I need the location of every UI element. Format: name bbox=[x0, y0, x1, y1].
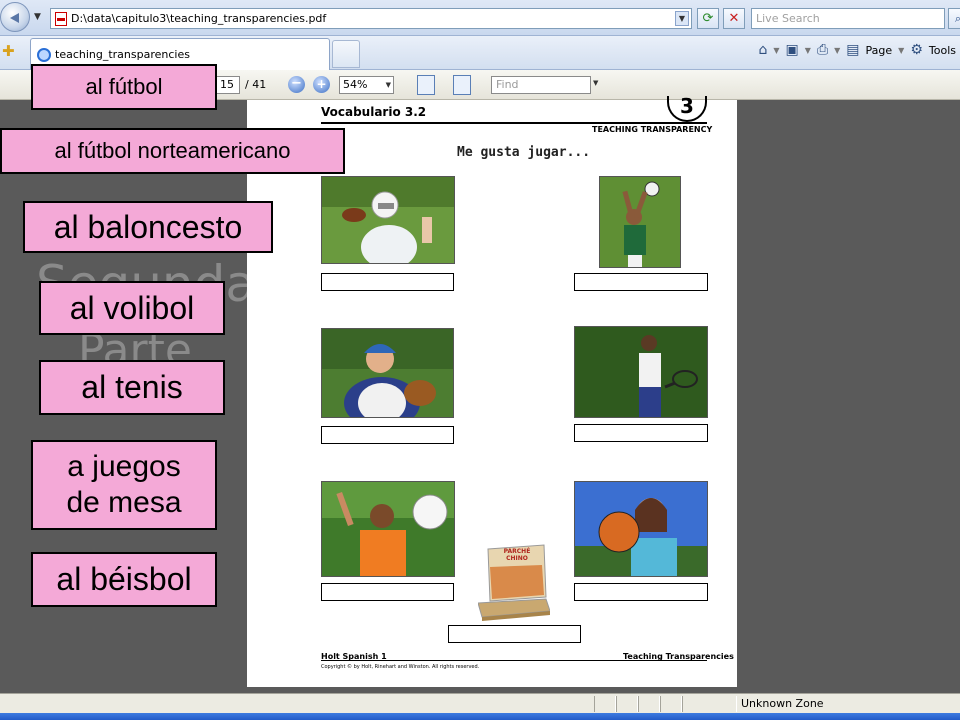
page-menu[interactable]: Page bbox=[866, 44, 893, 57]
print-icon[interactable]: ⎙ bbox=[817, 42, 828, 58]
page-icon: ▤ bbox=[846, 42, 860, 58]
security-zone: Unknown Zone bbox=[741, 697, 824, 710]
address-dropdown-icon[interactable]: ▼ bbox=[675, 11, 689, 26]
teaching-transparency-label: TEACHING TRANSPARENCY bbox=[592, 125, 713, 134]
chapter-badge: 3 bbox=[667, 96, 707, 122]
home-icon[interactable]: ⌂ bbox=[759, 42, 768, 58]
refresh-button[interactable]: ⟳ bbox=[697, 8, 719, 29]
search-input[interactable]: Live Search bbox=[751, 8, 945, 29]
answer-box-7[interactable] bbox=[448, 625, 581, 643]
board-game-title: PARCHÉ CHINO bbox=[503, 548, 531, 562]
status-cell-3 bbox=[638, 696, 660, 712]
status-cell-1 bbox=[594, 696, 616, 712]
feeds-dropdown-icon[interactable]: ▼ bbox=[805, 46, 811, 55]
photo-football-player bbox=[321, 176, 455, 264]
football-player-picture bbox=[322, 177, 454, 263]
tab-title: teaching_transparencies bbox=[55, 48, 190, 61]
page-dropdown-icon[interactable]: ▼ bbox=[898, 46, 904, 55]
print-dropdown-icon[interactable]: ▼ bbox=[834, 46, 840, 55]
gear-icon: ⚙ bbox=[910, 42, 923, 58]
zoom-select[interactable]: 54% ▼ bbox=[339, 76, 394, 94]
ie-page-icon bbox=[37, 47, 51, 62]
zoom-dropdown-icon[interactable]: ▼ bbox=[386, 77, 391, 93]
status-cell-2 bbox=[616, 696, 638, 712]
answer-box-2[interactable] bbox=[574, 273, 708, 291]
answer-box-5[interactable] bbox=[321, 583, 454, 601]
page-header: Vocabulario 3.2 bbox=[321, 105, 427, 119]
header-rule bbox=[321, 122, 707, 124]
tennis-player-picture bbox=[575, 327, 707, 417]
command-bar: ⌂ ▼ ▣ ▼ ⎙ ▼ ▤ Page ▼ ⚙ Tools bbox=[759, 42, 957, 58]
answer-box-4[interactable] bbox=[574, 424, 708, 442]
page-total: / 41 bbox=[245, 78, 267, 91]
label-beisbol[interactable]: al béisbol bbox=[31, 552, 217, 607]
photo-soccer-player bbox=[599, 176, 681, 268]
label-volibol[interactable]: al volibol bbox=[39, 281, 225, 335]
status-cell-4 bbox=[660, 696, 682, 712]
find-dropdown-icon[interactable]: ▼ bbox=[593, 79, 598, 87]
photo-baseball-player bbox=[321, 328, 454, 418]
basketball-player-picture bbox=[575, 482, 707, 576]
search-button[interactable]: ⌕ bbox=[948, 8, 960, 29]
new-tab-button[interactable] bbox=[332, 40, 360, 68]
soccer-player-picture bbox=[600, 177, 680, 267]
fit-page-button[interactable] bbox=[417, 75, 435, 95]
page-subtitle: Me gusta jugar... bbox=[457, 145, 591, 160]
baseball-player-picture bbox=[322, 329, 453, 417]
fit-width-button[interactable] bbox=[453, 75, 471, 95]
tools-menu[interactable]: Tools bbox=[929, 44, 956, 57]
copyright-notice: Copyright © by Holt, Rinehart and Winsto… bbox=[321, 664, 480, 670]
label-futbol-norteamericano[interactable]: al fútbol norteamericano bbox=[0, 128, 345, 174]
zoom-out-button[interactable]: − bbox=[288, 76, 305, 93]
photo-tennis-player bbox=[574, 326, 708, 418]
zoom-value: 54% bbox=[343, 78, 368, 91]
page-number-input[interactable]: 15 bbox=[214, 76, 240, 94]
pdf-page: Vocabulario 3.2 3 TEACHING TRANSPARENCY … bbox=[247, 96, 737, 687]
history-dropdown-icon[interactable]: ▼ bbox=[34, 12, 41, 22]
answer-box-1[interactable] bbox=[321, 273, 454, 291]
back-button[interactable] bbox=[0, 2, 30, 32]
address-row: ▼ D:\data\capitulo3\teaching_transparenc… bbox=[0, 0, 960, 36]
home-dropdown-icon[interactable]: ▼ bbox=[773, 46, 779, 55]
favorites-star-icon[interactable]: ✚ bbox=[2, 42, 15, 60]
pdf-file-icon bbox=[55, 11, 67, 26]
label-baloncesto[interactable]: al baloncesto bbox=[23, 201, 273, 253]
footer-rule bbox=[321, 660, 707, 661]
feeds-icon[interactable]: ▣ bbox=[786, 42, 799, 58]
answer-box-3[interactable] bbox=[321, 426, 454, 444]
photo-basketball-player bbox=[574, 481, 708, 577]
windows-taskbar bbox=[0, 713, 960, 720]
photo-board-game: PARCHÉ CHINO bbox=[478, 543, 550, 621]
zoom-in-button[interactable]: + bbox=[313, 76, 330, 93]
answer-box-6[interactable] bbox=[574, 583, 708, 601]
volleyball-player-picture bbox=[322, 482, 454, 576]
label-juegos-de-mesa[interactable]: a juegos de mesa bbox=[31, 440, 217, 530]
label-futbol[interactable]: al fútbol bbox=[31, 64, 217, 110]
find-input[interactable]: Find bbox=[491, 76, 591, 94]
status-bar: Unknown Zone bbox=[0, 693, 960, 713]
photo-volleyball-player bbox=[321, 481, 455, 577]
status-cell-5 bbox=[682, 696, 737, 712]
address-bar[interactable]: D:\data\capitulo3\teaching_transparencie… bbox=[50, 8, 692, 29]
address-text: D:\data\capitulo3\teaching_transparencie… bbox=[71, 12, 327, 25]
label-tenis[interactable]: al tenis bbox=[39, 360, 225, 415]
stop-button[interactable]: ✕ bbox=[723, 8, 745, 29]
